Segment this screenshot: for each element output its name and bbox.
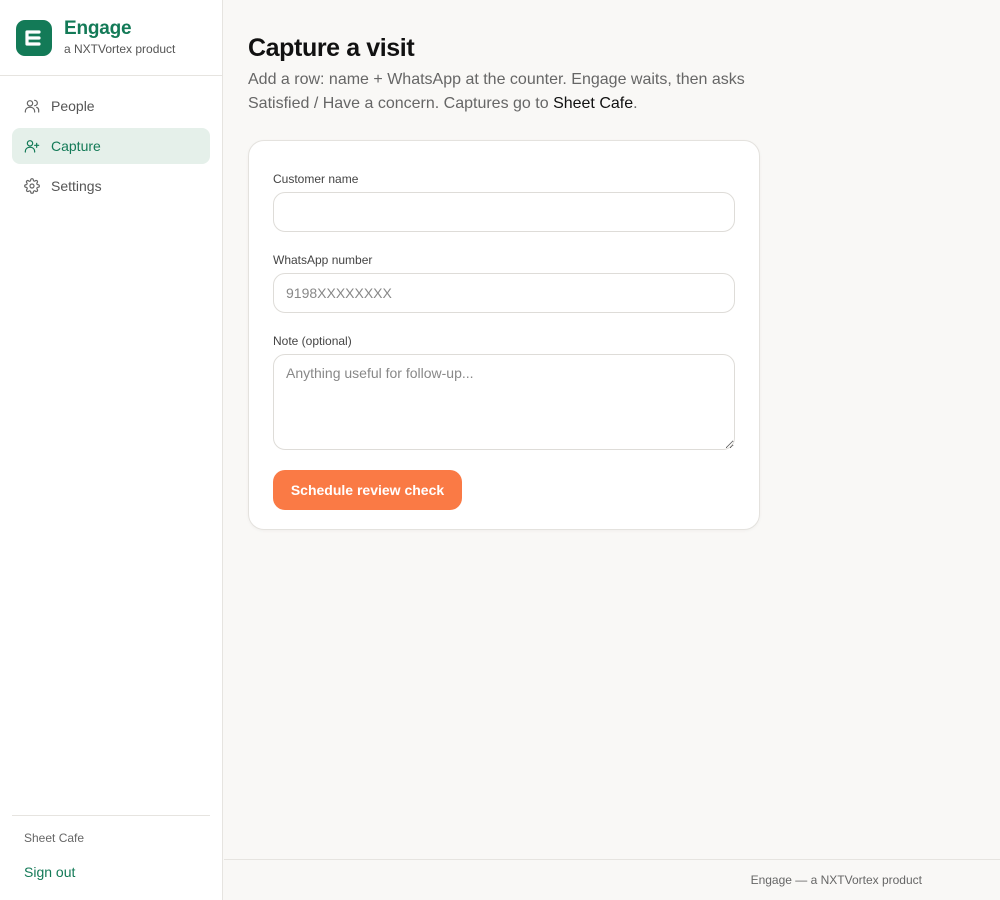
page-footer: Engage — a NXTVortex product <box>224 859 1000 900</box>
customer-name-input[interactable] <box>273 192 735 232</box>
page-description: Add a row: name + WhatsApp at the counte… <box>248 68 768 116</box>
engage-logo-icon <box>16 19 52 56</box>
sidebar-footer: Sheet Cafe Sign out <box>12 815 210 881</box>
whatsapp-number-input[interactable] <box>273 273 735 313</box>
capture-form-card: Customer name WhatsApp number Note (opti… <box>248 140 760 530</box>
description-text: Add a row: name + WhatsApp at the counte… <box>248 71 745 112</box>
sidebar-item-label: People <box>51 98 95 114</box>
brand-name: Engage <box>64 18 132 39</box>
sidebar-item-capture[interactable]: Capture <box>12 128 210 164</box>
user-plus-icon <box>24 140 40 153</box>
sidebar-item-people[interactable]: People <box>12 88 210 124</box>
brand-header: Engage a NXTVortex product <box>0 0 222 76</box>
gear-icon <box>24 178 40 194</box>
name-field-group: Customer name <box>273 172 735 232</box>
footer-text: Engage — a NXTVortex product <box>750 873 922 887</box>
brand-tagline: a NXTVortex product <box>64 42 176 56</box>
sidebar-item-settings[interactable]: Settings <box>12 168 210 204</box>
note-field-group: Note (optional) <box>273 334 735 450</box>
whatsapp-number-label: WhatsApp number <box>273 253 373 267</box>
sign-out-link[interactable]: Sign out <box>12 863 210 881</box>
users-icon <box>24 99 40 113</box>
main-content: Capture a visit Add a row: name + WhatsA… <box>224 0 1000 859</box>
sidebar: Engage a NXTVortex product People Captur… <box>0 0 223 900</box>
note-textarea[interactable] <box>273 354 735 450</box>
shop-name-highlight: Sheet Cafe <box>553 95 634 112</box>
customer-name-label: Customer name <box>273 172 359 186</box>
page-title: Capture a visit <box>248 34 415 62</box>
schedule-review-check-button[interactable]: Schedule review check <box>273 470 462 510</box>
whatsapp-field-group: WhatsApp number <box>273 253 735 313</box>
sidebar-item-label: Settings <box>51 178 102 194</box>
note-label: Note (optional) <box>273 334 352 348</box>
sidebar-item-label: Capture <box>51 138 101 154</box>
sidebar-nav: People Capture Settings <box>0 76 222 204</box>
shop-name: Sheet Cafe <box>24 831 85 845</box>
description-end: . <box>633 95 638 112</box>
